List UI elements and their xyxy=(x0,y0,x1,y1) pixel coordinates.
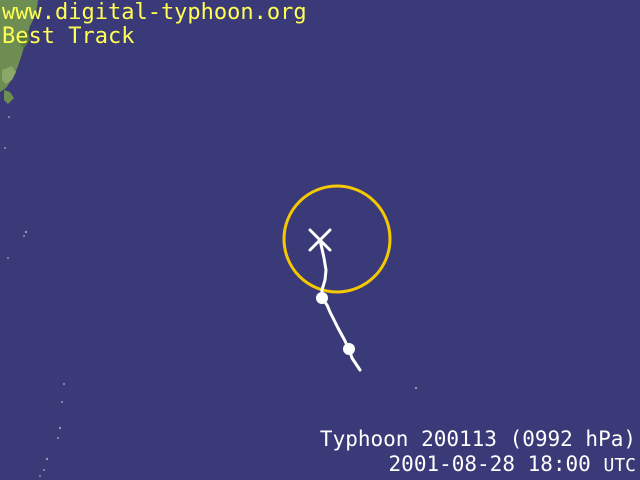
timezone: UTC xyxy=(603,455,636,476)
dot-icon xyxy=(316,292,328,304)
map-graphics xyxy=(0,0,640,480)
datetime: 2001-08-28 18:00 xyxy=(388,452,591,476)
timestamp: 2001-08-28 18:00 UTC xyxy=(389,451,636,479)
storm-label: Typhoon 200113 (0992 hPa) xyxy=(319,427,636,451)
typhoon-track-map: www.digital-typhoon.org Best Track Typho… xyxy=(0,0,640,480)
site-url: www.digital-typhoon.org xyxy=(2,0,307,25)
dot-icon xyxy=(343,343,355,355)
product-title: Best Track xyxy=(2,24,135,49)
